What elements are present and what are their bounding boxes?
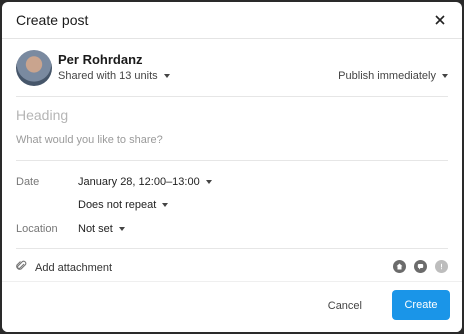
divider xyxy=(16,160,448,161)
chat-icon[interactable] xyxy=(414,260,427,273)
date-value: January 28, 12:00–13:00 xyxy=(78,176,200,188)
chevron-down-icon xyxy=(162,203,169,207)
repeat-value: Does not repeat xyxy=(78,199,157,211)
author-section: Per Rohrdanz Shared with 13 units Publis… xyxy=(16,48,448,88)
shared-with-label: Shared with 13 units xyxy=(58,70,158,82)
chevron-down-icon xyxy=(205,180,212,184)
divider xyxy=(16,248,448,249)
paperclip-icon xyxy=(16,260,27,275)
chevron-down-icon xyxy=(118,227,125,231)
body-input[interactable]: What would you like to share? xyxy=(16,134,163,146)
location-label: Location xyxy=(16,223,58,235)
dialog-title: Create post xyxy=(16,12,89,28)
create-button[interactable]: Create xyxy=(392,290,450,320)
author-name: Per Rohrdanz xyxy=(58,52,143,67)
cancel-button[interactable]: Cancel xyxy=(322,296,368,316)
heading-input[interactable]: Heading xyxy=(16,107,68,123)
toolbar-icons xyxy=(393,260,448,273)
chevron-down-icon xyxy=(442,74,448,78)
create-post-dialog: Create post Per Rohrdanz Shared with 13 … xyxy=(2,2,462,332)
close-icon[interactable] xyxy=(432,12,448,28)
add-attachment-label: Add attachment xyxy=(35,261,113,274)
alert-icon[interactable] xyxy=(435,260,448,273)
dialog-footer: Cancel Create xyxy=(2,281,462,332)
repeat-dropdown[interactable]: Does not repeat xyxy=(78,199,169,211)
publish-label: Publish immediately xyxy=(338,70,436,82)
dialog-header: Create post xyxy=(2,2,462,39)
date-label: Date xyxy=(16,176,40,188)
shared-with-dropdown[interactable]: Shared with 13 units xyxy=(58,70,170,82)
date-dropdown[interactable]: January 28, 12:00–13:00 xyxy=(78,176,212,188)
location-dropdown[interactable]: Not set xyxy=(78,223,125,235)
chevron-down-icon xyxy=(163,74,170,78)
add-attachment-button[interactable]: Add attachment xyxy=(16,260,112,275)
home-icon[interactable] xyxy=(393,260,406,273)
avatar xyxy=(16,50,52,86)
divider xyxy=(16,96,448,97)
location-value: Not set xyxy=(78,223,113,235)
publish-dropdown[interactable]: Publish immediately xyxy=(338,70,448,82)
